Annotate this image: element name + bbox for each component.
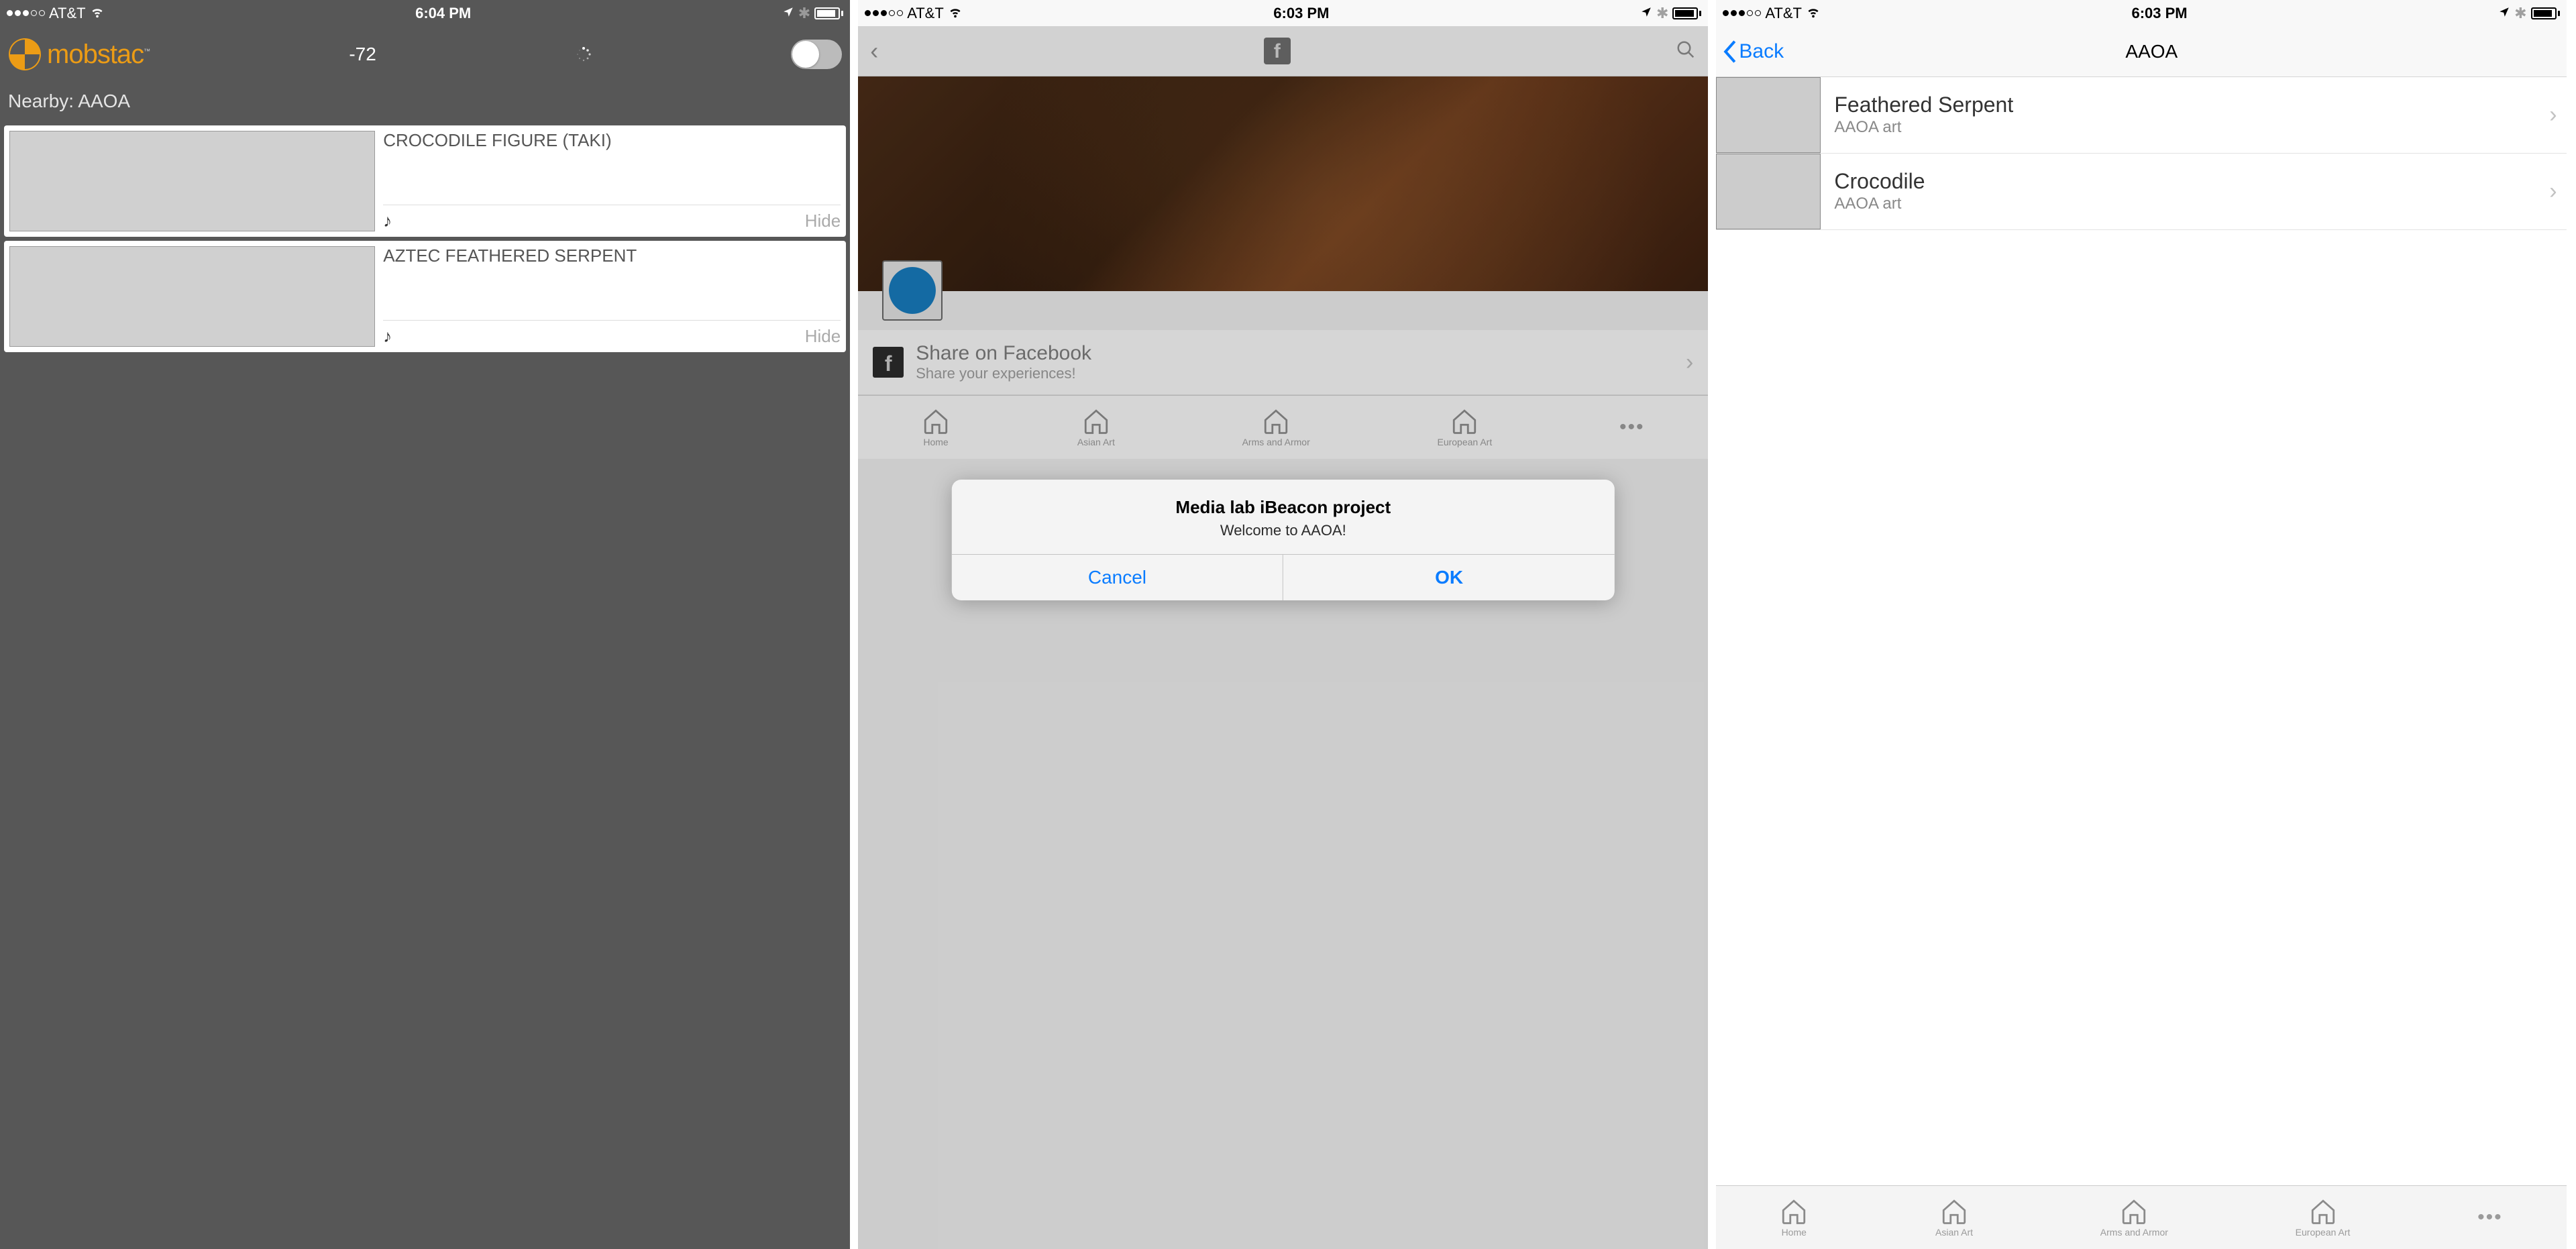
artifact-title: CROCODILE FIGURE (TAKI) [383, 131, 841, 151]
carrier-label: AT&T [49, 5, 86, 22]
alert-title: Media lab iBeacon project [964, 497, 1603, 518]
nearby-section: Nearby: AAOA CROCODILE FIGURE (TAKI) ♪ H… [0, 83, 850, 1249]
signal-strength-icon [865, 10, 903, 16]
nav-title: AAOA [1743, 41, 2559, 62]
nearby-card[interactable]: AZTEC FEATHERED SERPENT ♪ Hide [4, 241, 846, 352]
artifact-subtitle: AAOA art [1834, 195, 1925, 213]
tab-european-art[interactable]: European Art [2296, 1197, 2351, 1238]
artifact-title: Feathered Serpent [1834, 93, 2013, 117]
nearby-label: Nearby: AAOA [3, 83, 847, 121]
tab-asian-art[interactable]: Asian Art [1935, 1197, 1973, 1238]
nearby-card[interactable]: CROCODILE FIGURE (TAKI) ♪ Hide [4, 125, 846, 237]
bluetooth-icon: ✱ [1656, 5, 1668, 22]
list-item[interactable]: Feathered Serpent AAOA art › [1716, 77, 2566, 154]
scan-toggle[interactable] [791, 40, 842, 69]
modal-dimmer [858, 26, 1708, 1249]
list-item[interactable]: Crocodile AAOA art › [1716, 154, 2566, 230]
signal-strength-icon [7, 10, 45, 16]
artifact-title: AZTEC FEATHERED SERPENT [383, 246, 841, 266]
hide-button[interactable]: Hide [805, 211, 841, 231]
artifact-title: Crocodile [1834, 170, 1925, 193]
artifact-thumbnail [9, 131, 375, 231]
location-icon [2498, 5, 2510, 22]
loading-spinner-icon [576, 46, 592, 62]
audio-icon[interactable]: ♪ [383, 326, 392, 347]
location-icon [1640, 5, 1652, 22]
artifact-thumbnail [1716, 77, 1821, 153]
tab-home[interactable]: Home [1780, 1197, 1808, 1238]
rssi-value: -72 [349, 44, 376, 65]
audio-icon[interactable]: ♪ [383, 211, 392, 231]
status-bar: AT&T 6:04 PM ✱ [0, 0, 850, 26]
phone-mobstac: AT&T 6:04 PM ✱ mobstac™ -72 Nearby: AAO [0, 0, 850, 1249]
art-list: Feathered Serpent AAOA art › Crocodile A… [1716, 77, 2566, 1185]
wifi-icon [90, 4, 105, 23]
wifi-icon [948, 4, 963, 23]
status-bar: AT&T 6:03 PM ✱ [1716, 0, 2566, 26]
tab-bar: Home Asian Art Arms and Armor European A… [1716, 1185, 2566, 1249]
app-logo: mobstac™ [8, 38, 150, 71]
nav-bar: Back AAOA [1716, 26, 2566, 77]
chevron-right-icon: › [2549, 102, 2557, 128]
tab-more[interactable]: ••• [2477, 1206, 2503, 1229]
status-bar: AT&T 6:03 PM ✱ [858, 0, 1708, 26]
artifact-subtitle: AAOA art [1834, 118, 2013, 137]
chevron-right-icon: › [2549, 178, 2557, 205]
clock-label: 6:03 PM [2131, 5, 2187, 22]
app-logo-text: mobstac™ [47, 40, 150, 70]
app-header: mobstac™ -72 [0, 26, 850, 83]
artifact-thumbnail [1716, 154, 1821, 229]
signal-strength-icon [1723, 10, 1761, 16]
bluetooth-icon: ✱ [2514, 5, 2526, 22]
carrier-label: AT&T [907, 5, 944, 22]
wifi-icon [1806, 4, 1821, 23]
battery-icon [1672, 7, 1701, 19]
alert-cancel-button[interactable]: Cancel [952, 555, 1283, 600]
artifact-thumbnail [9, 246, 375, 347]
phone-museum-alert: AT&T 6:03 PM ✱ ‹ f f Share on Faceboo [858, 0, 1708, 1249]
battery-icon [814, 7, 843, 19]
phone-aaoa-list: AT&T 6:03 PM ✱ Back AAOA Feathered Serpe… [1716, 0, 2566, 1249]
clock-label: 6:04 PM [415, 5, 471, 22]
location-icon [782, 5, 794, 22]
mobstac-logo-icon [8, 38, 42, 71]
alert-dialog: Media lab iBeacon project Welcome to AAO… [952, 480, 1615, 600]
bluetooth-icon: ✱ [798, 5, 810, 22]
carrier-label: AT&T [1765, 5, 1802, 22]
alert-ok-button[interactable]: OK [1283, 555, 1615, 600]
clock-label: 6:03 PM [1273, 5, 1329, 22]
alert-message: Welcome to AAOA! [964, 522, 1603, 539]
hide-button[interactable]: Hide [805, 326, 841, 347]
battery-icon [2531, 7, 2560, 19]
tab-arms-armor[interactable]: Arms and Armor [2100, 1197, 2168, 1238]
